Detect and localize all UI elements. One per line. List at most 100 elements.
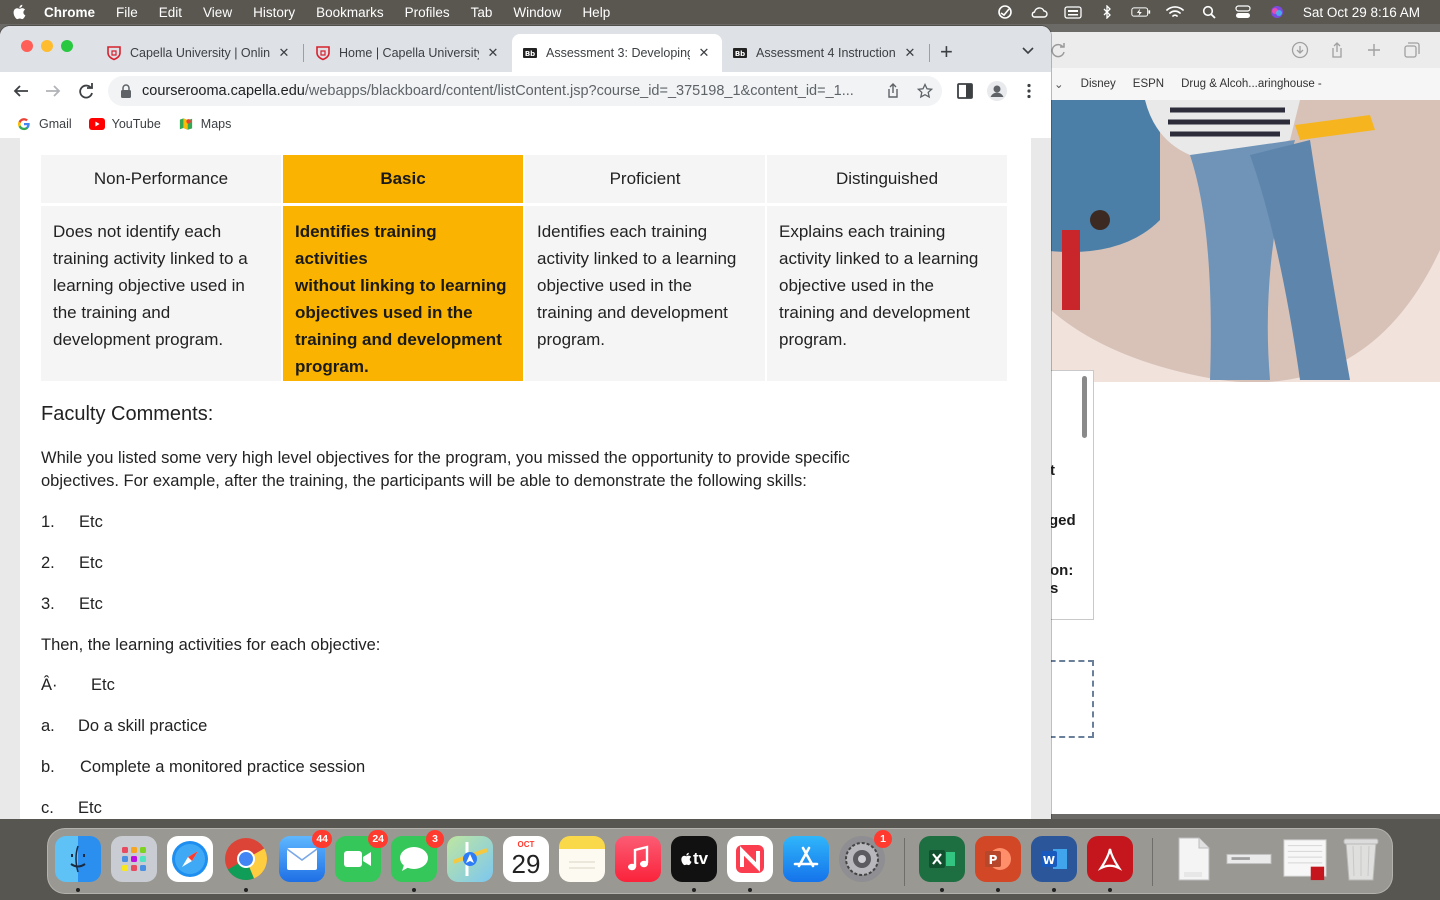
rubric-cell-line: Does not identify each [53, 222, 222, 241]
profile-avatar-icon[interactable] [987, 81, 1007, 101]
menu-history[interactable]: History [253, 5, 295, 20]
tab-assessment-3[interactable]: Bb Assessment 3: Developing ✕ [512, 34, 722, 72]
back-arrow-icon[interactable] [12, 82, 30, 100]
facetime-icon[interactable]: 24 [335, 830, 388, 882]
download-icon[interactable] [1291, 41, 1309, 59]
finder-icon[interactable] [55, 836, 101, 882]
minimize-window-button[interactable] [41, 40, 53, 52]
favorite-chevron-icon[interactable]: ⌄ [1054, 77, 1064, 91]
tab-close-icon[interactable]: ✕ [485, 45, 501, 61]
acrobat-icon[interactable] [1087, 836, 1133, 882]
dock-running-indicator [1108, 888, 1112, 892]
dock-running-indicator [996, 888, 1000, 892]
wifi-icon[interactable] [1165, 5, 1185, 19]
stack-pdf-icon[interactable] [1282, 836, 1328, 882]
menu-tab[interactable]: Tab [471, 5, 493, 20]
background-text-fragment: ged [1049, 512, 1076, 529]
maps-icon[interactable] [447, 836, 493, 882]
reload-icon[interactable] [1050, 41, 1068, 59]
share-icon[interactable] [1328, 41, 1346, 59]
tab-close-icon[interactable]: ✕ [696, 45, 712, 61]
notes-icon[interactable] [559, 836, 605, 882]
macos-menu-bar: Chrome File Edit View History Bookmarks … [0, 0, 1440, 24]
music-icon[interactable] [615, 836, 661, 882]
bookmark-maps[interactable]: Maps [178, 117, 231, 131]
menu-window[interactable]: Window [513, 5, 561, 20]
menu-bookmarks[interactable]: Bookmarks [316, 5, 384, 20]
menu-view[interactable]: View [203, 5, 232, 20]
control-center-icon[interactable] [1233, 5, 1253, 19]
tab-close-icon[interactable]: ✕ [276, 45, 292, 61]
word-icon[interactable]: W [1031, 836, 1077, 882]
background-scrollbar[interactable] [1082, 376, 1087, 438]
keyboard-input-icon[interactable] [1063, 5, 1083, 19]
tab-capella-online[interactable]: Capella University | Online ✕ [96, 34, 302, 72]
rubric-cell-line: objective used in the [779, 276, 934, 295]
favorite-espn[interactable]: ESPN [1133, 78, 1164, 90]
battery-charging-icon[interactable] [1131, 5, 1151, 19]
close-window-button[interactable] [21, 40, 33, 52]
forward-arrow-icon[interactable] [44, 82, 62, 100]
apple-tv-icon[interactable]: tv [671, 836, 717, 882]
new-tab-plus-icon[interactable]: + [940, 39, 953, 65]
favorite-clearinghouse[interactable]: Drug & Alcoh...aringhouse - [1181, 78, 1322, 90]
tab-assessment-4[interactable]: Bb Assessment 4 Instructions ✕ [722, 34, 928, 72]
rubric-cell-line: Identifies training activities [295, 222, 437, 268]
rubric-table: Non-Performance Basic Proficient Disting… [41, 155, 1009, 381]
bookmark-gmail[interactable]: Gmail [16, 117, 72, 131]
share-icon[interactable] [885, 83, 901, 99]
background-browser-window[interactable]: ⌄ Disney ESPN Drug & Alcoh...aringhouse … [1040, 32, 1440, 814]
cloud-sync-icon[interactable] [1029, 5, 1049, 19]
spotlight-search-icon[interactable] [1199, 5, 1219, 19]
chrome-icon[interactable] [223, 836, 269, 882]
favorite-disney[interactable]: Disney [1081, 78, 1116, 90]
capella-shield-icon [316, 46, 330, 61]
bluetooth-icon[interactable] [1097, 5, 1117, 19]
menu-bar-clock[interactable]: Sat Oct 29 8:16 AM [1303, 5, 1420, 20]
bookmark-star-icon[interactable] [917, 83, 933, 99]
more-options-icon[interactable] [1020, 82, 1038, 100]
tab-overview-icon[interactable] [1403, 41, 1421, 59]
mail-icon[interactable]: 44 [279, 830, 332, 882]
lettered-item: c. Etc [41, 799, 102, 818]
siri-icon[interactable] [1267, 5, 1287, 19]
bookmark-label: Gmail [39, 117, 72, 131]
rubric-cell-line: training and development [295, 330, 502, 349]
trash-icon[interactable] [1338, 836, 1384, 882]
stack-screenshot-icon[interactable] [1226, 836, 1272, 882]
tab-close-icon[interactable]: ✕ [902, 45, 918, 61]
menu-app-chrome[interactable]: Chrome [44, 5, 95, 20]
stack-document-icon[interactable] [1170, 836, 1216, 882]
apple-logo-icon[interactable] [12, 4, 26, 20]
tab-title: Assessment 3: Developing [546, 46, 690, 60]
lock-icon[interactable] [120, 84, 132, 98]
menu-profiles[interactable]: Profiles [405, 5, 450, 20]
menu-edit[interactable]: Edit [159, 5, 182, 20]
side-panel-icon[interactable] [956, 82, 974, 100]
rubric-cell-non-performance: Does not identify each training activity… [41, 203, 283, 381]
tab-search-chevron-icon[interactable] [1020, 42, 1036, 58]
menu-help[interactable]: Help [582, 5, 610, 20]
creative-cloud-icon[interactable] [995, 5, 1015, 19]
app-store-icon[interactable] [783, 836, 829, 882]
activities-intro: Then, the learning activities for each o… [41, 636, 381, 654]
safari-icon[interactable] [167, 836, 213, 882]
page-viewport[interactable]: Non-Performance Basic Proficient Disting… [0, 138, 1051, 819]
menu-file[interactable]: File [116, 5, 138, 20]
reload-icon[interactable] [77, 82, 95, 100]
powerpoint-icon[interactable]: P [975, 836, 1021, 882]
address-bar[interactable]: courserooma.capella.edu /webapps/blackbo… [108, 76, 942, 106]
excel-icon[interactable] [919, 836, 965, 882]
news-icon[interactable] [727, 836, 773, 882]
numbered-item: 3. Etc [41, 595, 103, 614]
messages-icon[interactable]: 3 [391, 830, 444, 882]
bookmark-youtube[interactable]: YouTube [88, 117, 161, 131]
calendar-icon[interactable]: OCT 29 [503, 836, 549, 882]
dock-running-indicator [412, 888, 416, 892]
launchpad-icon[interactable] [111, 836, 157, 882]
tab-capella-home[interactable]: Home | Capella University ✕ [305, 34, 511, 72]
system-preferences-icon[interactable]: 1 [839, 830, 892, 882]
plus-icon[interactable] [1365, 41, 1383, 59]
fullscreen-window-button[interactable] [61, 40, 73, 52]
dock-running-indicator [940, 888, 944, 892]
